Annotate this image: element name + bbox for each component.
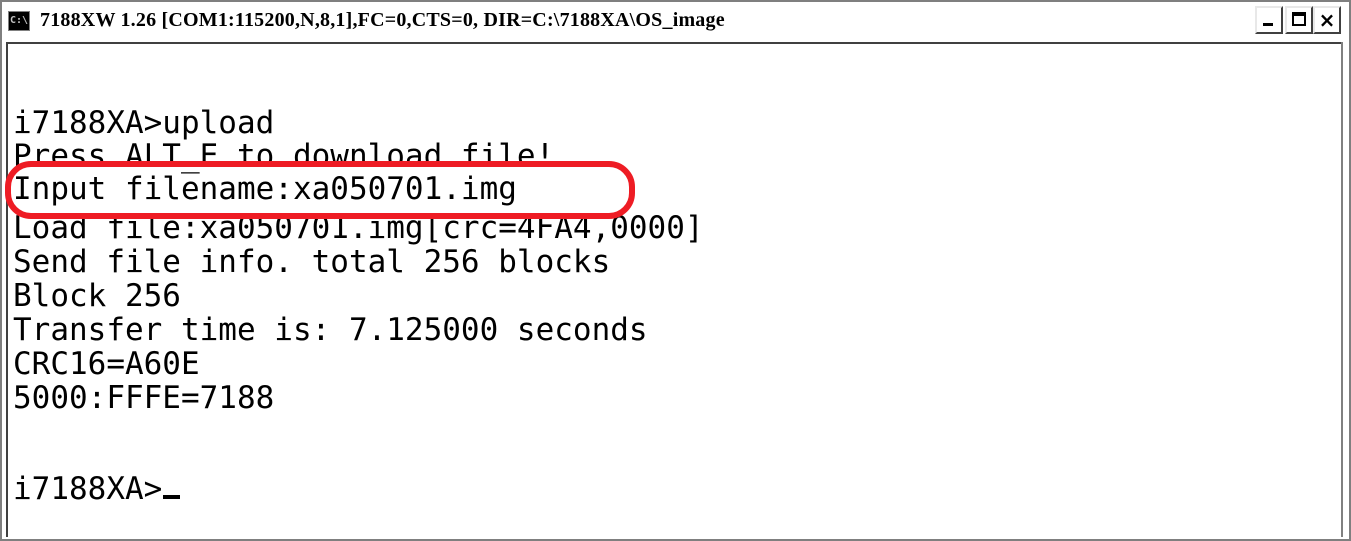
window-right-edge bbox=[1341, 42, 1343, 537]
console-app-icon[interactable]: C:\ bbox=[8, 11, 30, 31]
console-line: Send file info. total 256 blocks bbox=[13, 244, 611, 280]
text-cursor bbox=[163, 495, 181, 499]
console-line: i7188XA>upload bbox=[13, 105, 275, 141]
title-bar[interactable]: C:\ 7188XW 1.26 [COM1:115200,N,8,1],FC=0… bbox=[2, 2, 1349, 40]
console-line: 5000:FFFE=7188 bbox=[13, 380, 275, 416]
console-line: Block 256 bbox=[13, 278, 181, 314]
console-prompt: i7188XA> bbox=[13, 471, 163, 507]
window-title: 7188XW 1.26 [COM1:115200,N,8,1],FC=0,CTS… bbox=[40, 9, 725, 31]
maximize-button[interactable] bbox=[1285, 6, 1313, 34]
close-button[interactable]: × bbox=[1313, 6, 1341, 34]
close-icon: × bbox=[1318, 8, 1336, 32]
console-line: Transfer time is: 7.125000 seconds bbox=[13, 312, 648, 348]
minimize-button[interactable] bbox=[1255, 6, 1283, 34]
console-window: C:\ 7188XW 1.26 [COM1:115200,N,8,1],FC=0… bbox=[0, 0, 1351, 541]
maximize-icon bbox=[1292, 12, 1306, 26]
console-prompt-line[interactable]: i7188XA> bbox=[13, 471, 181, 507]
red-highlight-annotation bbox=[5, 161, 635, 219]
console-line: CRC16=A60E bbox=[13, 346, 200, 382]
minimize-icon bbox=[1263, 23, 1273, 26]
